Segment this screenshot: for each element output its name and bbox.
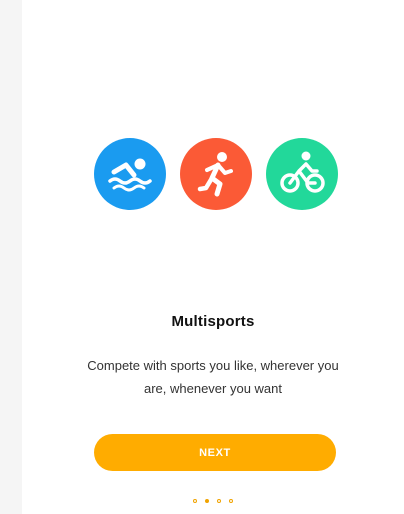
- page-description: Compete with sports you like, wherever y…: [87, 358, 339, 396]
- next-button[interactable]: NEXT: [94, 434, 336, 471]
- run-icon-graphic: [180, 138, 252, 210]
- run-icon: [180, 138, 252, 210]
- bike-icon: [266, 138, 338, 210]
- page-dot-3[interactable]: [217, 499, 221, 503]
- page-dot-2[interactable]: [205, 499, 209, 503]
- swim-icon: [94, 138, 166, 210]
- page-dot-1[interactable]: [193, 499, 197, 503]
- swim-icon-graphic: [94, 138, 166, 210]
- page-indicator: [22, 499, 404, 507]
- sport-icons-row: [94, 138, 338, 210]
- page-dot-4[interactable]: [229, 499, 233, 503]
- page-title: Multisports: [171, 313, 255, 330]
- bike-icon-graphic: [266, 138, 338, 210]
- side-panel-edge: [0, 0, 22, 514]
- onboarding-screen: Multisports Compete with sports you like…: [22, 0, 404, 514]
